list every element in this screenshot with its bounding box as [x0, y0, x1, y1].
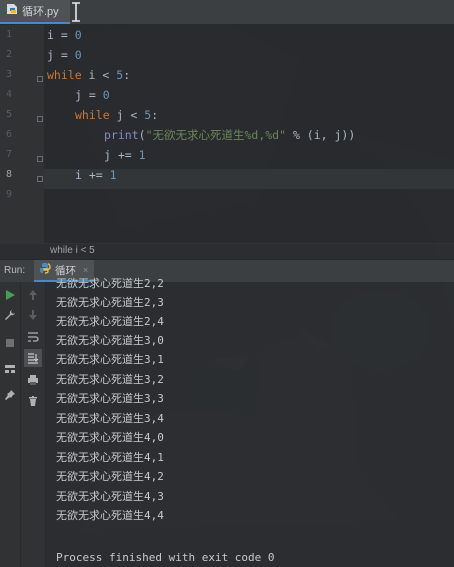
pin-tab-button[interactable]	[1, 386, 19, 404]
console-output-line: 无欲无求心死道生2,2	[56, 277, 164, 290]
restore-layout-button[interactable]	[1, 360, 19, 378]
line-number: 6	[5, 129, 12, 140]
run-label: Run:	[4, 265, 26, 276]
stop-button[interactable]	[1, 334, 19, 352]
console-output-line: 无欲无求心死道生4,0	[56, 431, 164, 444]
line-number: 9	[5, 189, 12, 200]
code-line-3: while i < 5:	[47, 68, 131, 82]
stop-icon	[6, 339, 14, 347]
console-output-line: 无欲无求心死道生2,3	[56, 296, 164, 309]
code-line-1: i = 0	[47, 28, 82, 42]
console-output-line: 无欲无求心死道生4,4	[56, 509, 164, 522]
previous-occurrence-button[interactable]	[24, 286, 42, 304]
editor-tab-label: 循环.py	[22, 6, 59, 18]
run-console[interactable]: 无欲无求心死道生2,2 无欲无求心死道生2,3 无欲无求心死道生2,4 无欲无求…	[0, 277, 454, 567]
scroll-to-end-icon	[28, 353, 39, 364]
clear-all-button[interactable]	[24, 392, 42, 410]
code-line-7: j += 1	[104, 148, 146, 162]
arrow-up-icon	[29, 290, 37, 300]
console-output-line: 无欲无求心死道生2,4	[56, 315, 164, 328]
line-number: 3	[5, 69, 12, 80]
code-line-5: while j < 5:	[75, 108, 159, 122]
pin-icon	[5, 390, 15, 400]
print-button[interactable]	[24, 371, 42, 389]
console-output-line: 无欲无求心死道生3,3	[56, 392, 164, 405]
python-run-icon	[39, 261, 51, 279]
text-cursor-icon	[72, 2, 80, 22]
soft-wrap-button[interactable]	[24, 328, 42, 346]
editor-gutter: 1 2 3 4 5 6 7 8 9	[0, 25, 44, 243]
code-line-6: print("无欲无求心死道生%d,%d" % (i, j))	[104, 128, 356, 142]
line-number: 2	[5, 49, 12, 60]
soft-wrap-icon	[28, 332, 39, 342]
wrench-icon	[5, 310, 15, 320]
console-output-line: 无欲无求心死道生4,1	[56, 451, 164, 464]
run-toolbar-secondary	[21, 282, 46, 567]
code-line-2: j = 0	[47, 48, 82, 62]
scroll-to-end-button[interactable]	[24, 349, 42, 367]
play-icon	[6, 290, 15, 300]
editor-tab-bar: 循环.py	[0, 0, 454, 25]
code-line-4: j = 0	[75, 88, 110, 102]
process-exit-message: Process finished with exit code 0	[56, 551, 275, 564]
line-number: 7	[5, 149, 12, 160]
fold-marker-icon[interactable]	[37, 176, 43, 182]
layout-icon	[5, 365, 15, 373]
breadcrumb-item[interactable]: while i < 5	[50, 245, 95, 256]
breadcrumb: while i < 5	[0, 243, 454, 260]
console-output-line: 无欲无求心死道生3,4	[56, 412, 164, 425]
rerun-button[interactable]	[1, 286, 19, 304]
fold-marker-icon[interactable]	[37, 76, 43, 82]
arrow-down-icon	[29, 310, 37, 320]
next-occurrence-button[interactable]	[24, 306, 42, 324]
python-file-icon	[6, 2, 18, 20]
line-number: 8	[5, 169, 12, 180]
fold-marker-icon[interactable]	[37, 156, 43, 162]
line-number: 1	[5, 29, 12, 40]
code-editor[interactable]: 1 2 3 4 5 6 7 8 9 i = 0 j = 0 while i < …	[0, 25, 454, 243]
fold-marker-icon[interactable]	[37, 116, 43, 122]
console-output-line: 无欲无求心死道生4,3	[56, 490, 164, 503]
console-output-line: 无欲无求心死道生3,0	[56, 334, 164, 347]
edit-config-button[interactable]	[1, 306, 19, 324]
trash-icon	[29, 396, 37, 406]
run-toolbar-primary	[0, 282, 21, 567]
line-number: 5	[5, 109, 12, 120]
print-icon	[28, 375, 38, 385]
line-number: 4	[5, 89, 12, 100]
console-output-line: 无欲无求心死道生4,2	[56, 470, 164, 483]
editor-tab-file[interactable]: 循环.py	[0, 0, 70, 24]
console-output-line: 无欲无求心死道生3,1	[56, 353, 164, 366]
console-output-line: 无欲无求心死道生3,2	[56, 373, 164, 386]
code-line-8: i += 1	[75, 168, 117, 182]
